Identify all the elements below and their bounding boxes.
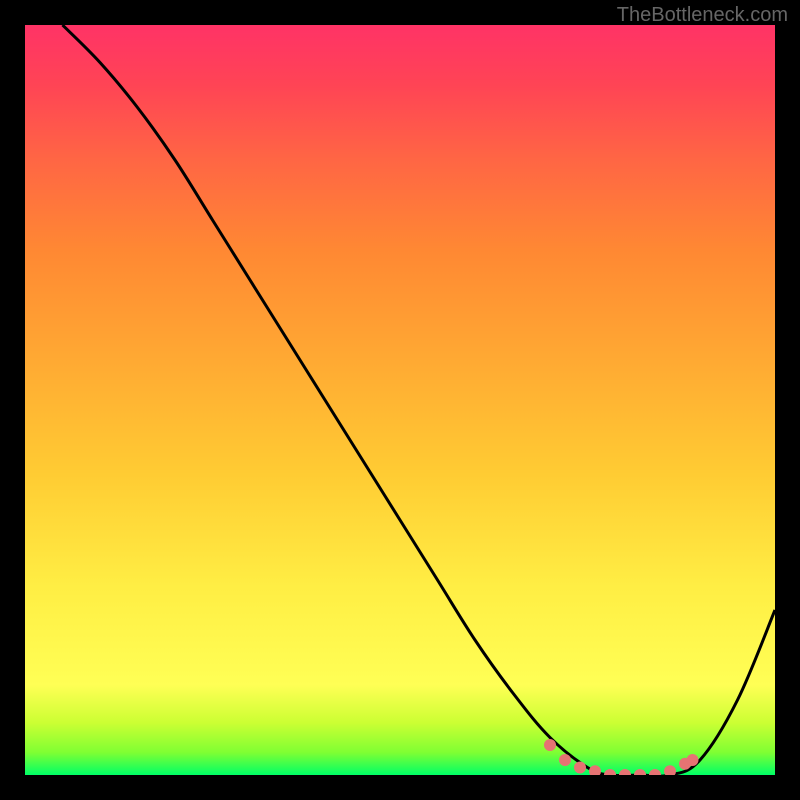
marker-dot — [649, 769, 661, 775]
optimal-range-markers — [25, 25, 775, 775]
marker-dot — [574, 762, 586, 774]
chart-area — [25, 25, 775, 775]
marker-dot — [619, 769, 631, 775]
marker-dot — [634, 769, 646, 775]
marker-dot — [544, 739, 556, 751]
watermark-text: TheBottleneck.com — [617, 4, 788, 27]
marker-dot — [589, 765, 601, 775]
marker-dot — [604, 769, 616, 775]
marker-dot — [687, 754, 699, 766]
marker-dot — [559, 754, 571, 766]
marker-dot — [664, 765, 676, 775]
